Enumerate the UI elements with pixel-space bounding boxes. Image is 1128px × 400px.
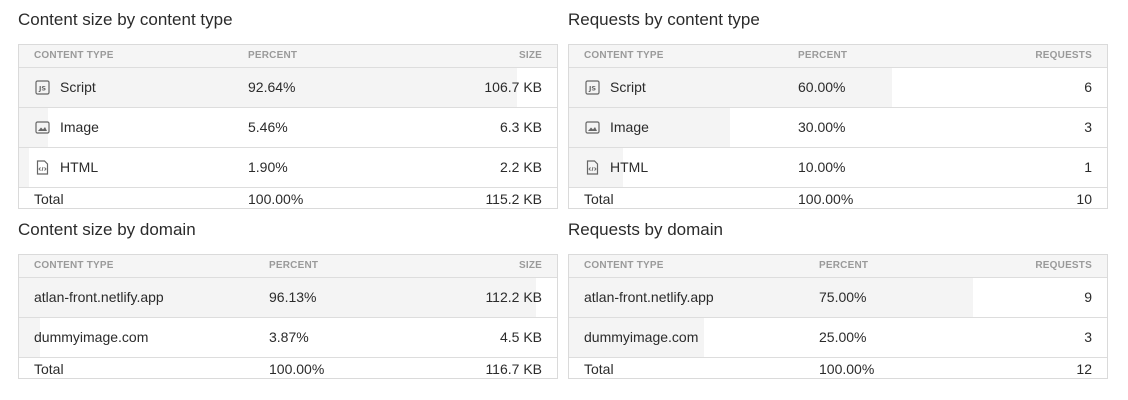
row-requests: 3 (1084, 329, 1092, 345)
table-row: JS Script 60.00% 6 (569, 68, 1107, 108)
table-size-by-type: CONTENT TYPE PERCENT SIZE JS Script 92.6… (18, 44, 558, 209)
total-label: Total (34, 361, 64, 377)
row-domain: dummyimage.com (34, 329, 149, 345)
row-percent: 60.00% (798, 79, 846, 95)
table-header: CONTENT TYPE PERCENT SIZE (19, 255, 557, 278)
js-file-icon: JS (585, 80, 600, 95)
share-bar (19, 148, 30, 187)
panel-title: Content size by domain (18, 220, 196, 239)
row-requests: 3 (1084, 119, 1092, 135)
row-name: Script (610, 79, 646, 95)
column-header-size[interactable]: SIZE (519, 50, 542, 61)
column-header-content-type[interactable]: CONTENT TYPE (584, 260, 664, 271)
column-header-percent[interactable]: PERCENT (819, 260, 868, 271)
column-header-content-type[interactable]: CONTENT TYPE (34, 260, 114, 271)
table-size-by-domain: CONTENT TYPE PERCENT SIZE atlan-front.ne… (18, 254, 558, 379)
row-percent: 96.13% (269, 289, 317, 305)
svg-text:JS: JS (588, 84, 596, 92)
total-requests: 12 (1076, 361, 1092, 377)
table-row: JS Script 92.64% 106.7 KB (19, 68, 557, 108)
row-percent: 75.00% (819, 289, 867, 305)
row-percent: 30.00% (798, 119, 846, 135)
column-header-requests[interactable]: REQUESTS (1035, 260, 1092, 271)
column-header-size[interactable]: SIZE (519, 260, 542, 271)
row-domain: atlan-front.netlify.app (584, 289, 714, 305)
row-size: 6.3 KB (499, 119, 542, 135)
table-requests-by-type: CONTENT TYPE PERCENT REQUESTS JS Script … (568, 44, 1108, 209)
row-domain: dummyimage.com (584, 329, 699, 345)
table-row: atlan-front.netlify.app 75.00% 9 (569, 278, 1107, 318)
table-requests-by-domain: CONTENT TYPE PERCENT REQUESTS atlan-fron… (568, 254, 1108, 379)
column-header-percent[interactable]: PERCENT (248, 50, 297, 61)
row-name: Script (60, 79, 96, 95)
html-file-icon (36, 160, 49, 175)
table-row: dummyimage.com 3.87% 4.5 KB (19, 318, 557, 358)
total-size: 115.2 KB (485, 191, 542, 207)
row-size: 112.2 KB (485, 289, 542, 305)
row-size: 2.2 KB (499, 159, 542, 175)
table-total-row: Total 100.00% 10 (569, 188, 1107, 208)
row-percent: 92.64% (248, 79, 296, 95)
table-row: atlan-front.netlify.app 96.13% 112.2 KB (19, 278, 557, 318)
row-percent: 3.87% (269, 329, 309, 345)
row-percent: 10.00% (798, 159, 846, 175)
panel-title: Content size by content type (18, 10, 233, 29)
row-requests: 6 (1084, 79, 1092, 95)
total-size: 116.7 KB (485, 361, 542, 377)
row-requests: 9 (1084, 289, 1092, 305)
table-total-row: Total 100.00% 115.2 KB (19, 188, 557, 208)
row-name: Image (60, 119, 99, 135)
column-header-content-type[interactable]: CONTENT TYPE (34, 50, 114, 61)
row-percent: 25.00% (819, 329, 867, 345)
row-size: 106.7 KB (484, 79, 542, 95)
total-label: Total (584, 191, 614, 207)
panel-title: Requests by domain (568, 220, 723, 239)
panel-title: Requests by content type (568, 10, 760, 29)
row-percent: 5.46% (248, 119, 288, 135)
column-header-requests[interactable]: REQUESTS (1035, 50, 1092, 61)
column-header-percent[interactable]: PERCENT (798, 50, 847, 61)
table-row: dummyimage.com 25.00% 3 (569, 318, 1107, 358)
table-total-row: Total 100.00% 12 (569, 358, 1107, 378)
table-header: CONTENT TYPE PERCENT SIZE (19, 45, 557, 68)
table-row: HTML 10.00% 1 (569, 148, 1107, 188)
svg-text:JS: JS (38, 84, 46, 92)
total-percent: 100.00% (248, 191, 304, 207)
row-requests: 1 (1084, 159, 1092, 175)
row-name: HTML (60, 159, 99, 175)
table-header: CONTENT TYPE PERCENT REQUESTS (569, 255, 1107, 278)
html-file-icon (586, 160, 599, 175)
row-name: Image (610, 119, 649, 135)
js-file-icon: JS (35, 80, 50, 95)
row-domain: atlan-front.netlify.app (34, 289, 164, 305)
row-name: HTML (610, 159, 649, 175)
table-row: HTML 1.90% 2.2 KB (19, 148, 557, 188)
total-label: Total (34, 191, 64, 207)
row-percent: 1.90% (248, 159, 288, 175)
image-file-icon (35, 121, 50, 134)
total-label: Total (584, 361, 614, 377)
total-requests: 10 (1076, 191, 1092, 207)
row-size: 4.5 KB (499, 329, 542, 345)
column-header-content-type[interactable]: CONTENT TYPE (584, 50, 664, 61)
total-percent: 100.00% (269, 361, 325, 377)
table-total-row: Total 100.00% 116.7 KB (19, 358, 557, 378)
total-percent: 100.00% (819, 361, 875, 377)
table-header: CONTENT TYPE PERCENT REQUESTS (569, 45, 1107, 68)
image-file-icon (585, 121, 600, 134)
column-header-percent[interactable]: PERCENT (269, 260, 318, 271)
table-row: Image 5.46% 6.3 KB (19, 108, 557, 148)
table-row: Image 30.00% 3 (569, 108, 1107, 148)
total-percent: 100.00% (798, 191, 854, 207)
